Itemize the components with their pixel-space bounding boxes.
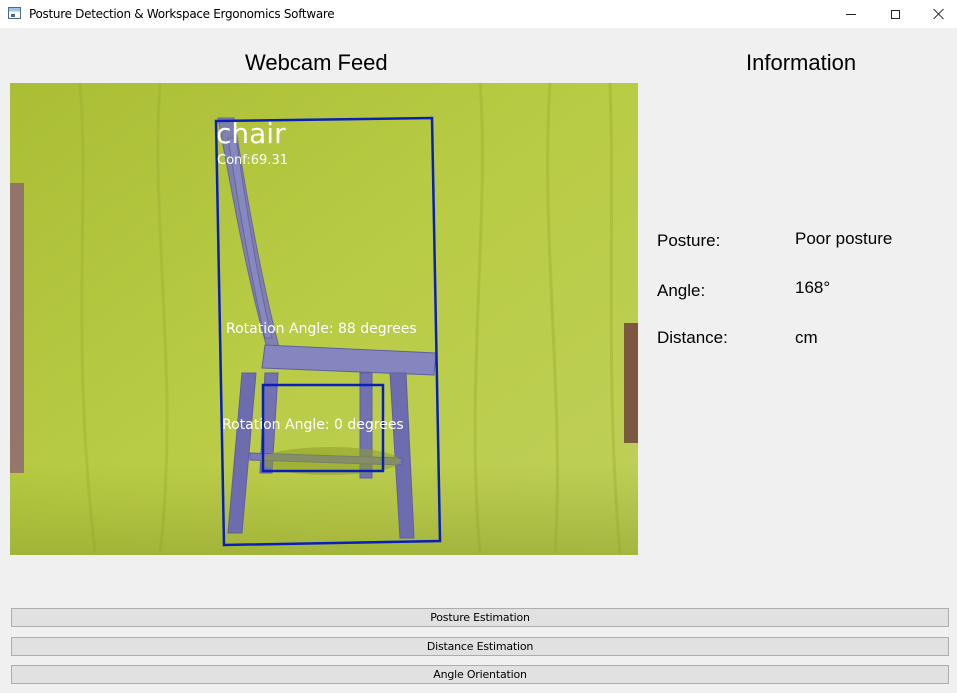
information-heading: Information (746, 50, 857, 75)
angle-value: 168° (795, 278, 831, 297)
maximize-button[interactable] (872, 0, 918, 28)
main-window: Posture Detection & Workspace Ergonomics… (0, 0, 957, 693)
maximize-icon (890, 9, 900, 19)
right-edge-object (624, 323, 638, 443)
rotation-angle-text-2: Rotation Angle: 0 degrees (222, 417, 404, 433)
minimize-icon (846, 13, 856, 15)
webcam-feed-image: chair Conf:69.31 Rotation Angle: 88 degr… (10, 83, 638, 555)
distance-label: Distance: (657, 328, 728, 347)
rotation-angle-text-1: Rotation Angle: 88 degrees (226, 321, 417, 337)
left-edge-object (10, 183, 24, 473)
webcam-frame: chair Conf:69.31 Rotation Angle: 88 degr… (10, 83, 638, 555)
posture-estimation-button[interactable]: Posture Estimation (11, 608, 949, 627)
window-title: Posture Detection & Workspace Ergonomics… (29, 7, 335, 21)
posture-label: Posture: (657, 231, 721, 250)
app-window-icon (8, 7, 21, 19)
angle-orientation-button[interactable]: Angle Orientation (11, 665, 949, 684)
angle-label: Angle: (657, 281, 706, 300)
confidence-text: Conf:69.31 (217, 153, 288, 168)
detection-label: chair (216, 117, 286, 150)
close-button[interactable] (916, 0, 957, 28)
posture-value: Poor posture (795, 229, 893, 248)
floor-shadow (10, 463, 638, 555)
distance-estimation-button[interactable]: Distance Estimation (11, 637, 949, 656)
distance-value: cm (795, 328, 818, 347)
title-bar[interactable]: Posture Detection & Workspace Ergonomics… (0, 0, 957, 28)
webcam-feed-heading: Webcam Feed (245, 50, 388, 75)
close-icon (933, 8, 945, 20)
minimize-button[interactable] (828, 0, 874, 28)
